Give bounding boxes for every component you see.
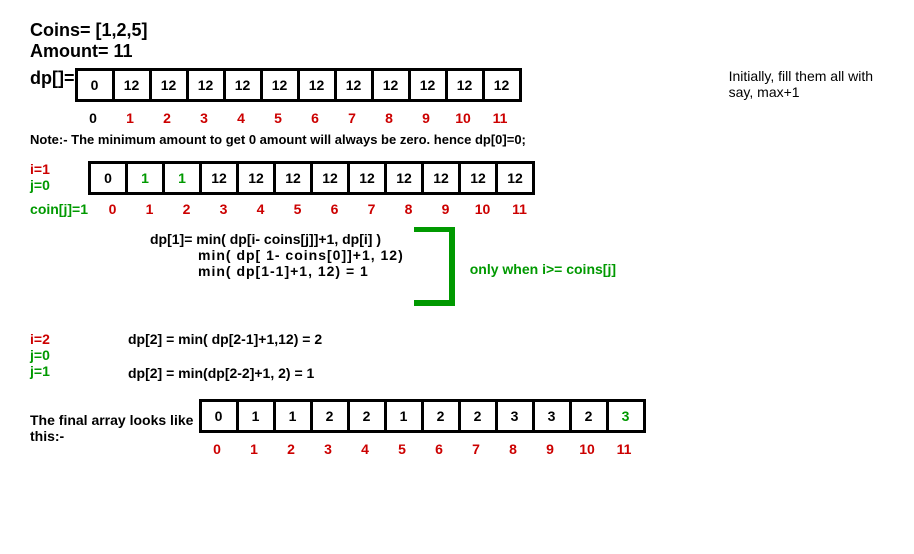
- index-label: 1: [112, 110, 149, 126]
- index-label: 4: [223, 110, 260, 126]
- cell: 12: [189, 71, 226, 99]
- index-label: 2: [273, 441, 310, 457]
- cell: 2: [424, 402, 461, 430]
- index-label: 6: [316, 201, 353, 217]
- cell: 3: [609, 402, 643, 430]
- cell: 0: [202, 402, 239, 430]
- iter2-j-1: j=1: [30, 363, 88, 379]
- dp-index-final: 01234567891011: [199, 441, 643, 457]
- index-label: 10: [445, 110, 482, 126]
- index-label: 2: [149, 110, 186, 126]
- coins-label: Coins= [1,2,5]: [30, 20, 884, 41]
- index-label: 11: [606, 441, 643, 457]
- formula-1: dp[1]= min( dp[i- coins[j]]+1, dp[i] ): [150, 231, 404, 247]
- index-label: 2: [168, 201, 205, 217]
- init-note: Initially, fill them all with say, max+1: [729, 68, 884, 100]
- cell: 12: [337, 71, 374, 99]
- iter2-j-0: j=0: [30, 347, 88, 363]
- cell: 2: [572, 402, 609, 430]
- coin-j-label: coin[j]=1: [14, 201, 94, 217]
- cell: 12: [461, 164, 498, 192]
- cell: 12: [498, 164, 532, 192]
- cell: 12: [115, 71, 152, 99]
- index-label: 11: [482, 110, 519, 126]
- cell: 1: [165, 164, 202, 192]
- cell: 12: [226, 71, 263, 99]
- dp-index-step1: 01234567891011: [94, 201, 538, 217]
- index-label: 3: [205, 201, 242, 217]
- cell: 12: [202, 164, 239, 192]
- cell: 12: [350, 164, 387, 192]
- index-label: 9: [408, 110, 445, 126]
- amount-label: Amount= 11: [30, 41, 884, 62]
- index-label: 1: [131, 201, 168, 217]
- iter-i-2: i=2: [30, 331, 88, 347]
- index-label: 8: [371, 110, 408, 126]
- cell: 12: [387, 164, 424, 192]
- cell: 1: [387, 402, 424, 430]
- cell: 12: [485, 71, 519, 99]
- cell: 2: [350, 402, 387, 430]
- index-label: 10: [569, 441, 606, 457]
- dp-array-initial: 01212121212121212121212: [75, 68, 522, 102]
- cell: 12: [239, 164, 276, 192]
- index-label: 1: [236, 441, 273, 457]
- cell: 2: [313, 402, 350, 430]
- final-label: The final array looks like this:-: [30, 412, 199, 444]
- dp-array-step1: 011121212121212121212: [88, 161, 535, 195]
- cell: 3: [498, 402, 535, 430]
- iter-j-0: j=0: [30, 177, 88, 193]
- cell: 12: [152, 71, 189, 99]
- step2-formula-2: dp[2] = min(dp[2-2]+1, 2) = 1: [128, 365, 322, 381]
- cell: 2: [461, 402, 498, 430]
- index-label: 4: [347, 441, 384, 457]
- cell: 12: [374, 71, 411, 99]
- diagram-root: Coins= [1,2,5] Amount= 11 dp[]= 01212121…: [0, 0, 914, 481]
- recurrence-block: dp[1]= min( dp[i- coins[j]]+1, dp[i] ) m…: [150, 231, 884, 307]
- index-label: 0: [75, 110, 112, 126]
- cell: 12: [424, 164, 461, 192]
- index-label: 8: [390, 201, 427, 217]
- cell: 0: [78, 71, 115, 99]
- formula-3: min( dp[1-1]+1, 12) = 1: [198, 263, 404, 279]
- index-label: 9: [532, 441, 569, 457]
- index-label: 3: [310, 441, 347, 457]
- step2-formula-1: dp[2] = min( dp[2-1]+1,12) = 2: [128, 331, 322, 347]
- index-label: 5: [279, 201, 316, 217]
- index-label: 3: [186, 110, 223, 126]
- index-label: 4: [242, 201, 279, 217]
- index-label: 5: [260, 110, 297, 126]
- index-label: 7: [353, 201, 390, 217]
- index-label: 0: [199, 441, 236, 457]
- index-label: 7: [334, 110, 371, 126]
- dp-array-final: 011221223323: [199, 399, 646, 433]
- cell: 12: [276, 164, 313, 192]
- cell: 0: [91, 164, 128, 192]
- index-label: 5: [384, 441, 421, 457]
- condition-label: only when i>= coins[j]: [470, 261, 616, 277]
- cell: 12: [300, 71, 337, 99]
- index-label: 11: [501, 201, 538, 217]
- index-label: 9: [427, 201, 464, 217]
- cell: 12: [448, 71, 485, 99]
- cell: 12: [263, 71, 300, 99]
- cell: 1: [128, 164, 165, 192]
- cell: 1: [276, 402, 313, 430]
- formula-2: min( dp[ 1- coins[0]]+1, 12): [198, 247, 404, 263]
- index-label: 7: [458, 441, 495, 457]
- dp-index-initial: 01234567891011: [75, 110, 519, 126]
- iter-i-1: i=1: [30, 161, 88, 177]
- dp-label: dp[]=: [30, 68, 75, 89]
- zero-note: Note:- The minimum amount to get 0 amoun…: [30, 132, 884, 147]
- index-label: 0: [94, 201, 131, 217]
- cell: 12: [313, 164, 350, 192]
- index-label: 6: [421, 441, 458, 457]
- index-label: 8: [495, 441, 532, 457]
- cell: 12: [411, 71, 448, 99]
- cell: 3: [535, 402, 572, 430]
- bracket-icon: [412, 227, 462, 307]
- cell: 1: [239, 402, 276, 430]
- index-label: 10: [464, 201, 501, 217]
- index-label: 6: [297, 110, 334, 126]
